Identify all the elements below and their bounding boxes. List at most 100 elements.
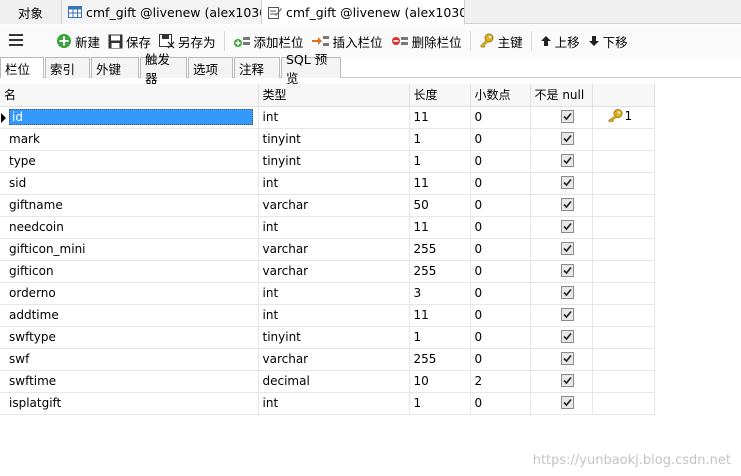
field-not-null-cell[interactable] <box>530 216 593 239</box>
move-up-button[interactable]: 上移 <box>536 28 584 54</box>
table-row[interactable]: swftype tinyint 1 0 <box>0 326 655 349</box>
field-name-cell[interactable]: gifticon <box>0 260 259 283</box>
tab-objects[interactable]: 对象 <box>0 0 62 24</box>
field-type-cell[interactable]: decimal <box>258 370 410 393</box>
field-decimals-cell[interactable]: 0 <box>470 194 531 217</box>
field-type-cell[interactable]: int <box>258 216 410 239</box>
field-length-cell[interactable]: 1 <box>409 392 471 415</box>
checkbox-checked-icon[interactable] <box>560 176 574 189</box>
field-length-cell[interactable]: 255 <box>409 260 471 283</box>
checkbox-checked-icon[interactable] <box>560 132 574 145</box>
field-decimals-cell[interactable]: 0 <box>470 150 531 173</box>
field-length-cell[interactable]: 255 <box>409 238 471 261</box>
field-decimals-cell[interactable]: 0 <box>470 348 531 371</box>
delete-field-button[interactable]: 删除栏位 <box>387 28 466 54</box>
field-key-cell[interactable] <box>592 194 655 217</box>
checkbox-checked-icon[interactable] <box>560 264 574 277</box>
field-key-cell[interactable] <box>592 172 655 195</box>
table-row[interactable]: needcoin int 11 0 <box>0 216 655 239</box>
field-decimals-cell[interactable]: 0 <box>470 172 531 195</box>
field-type-cell[interactable]: int <box>258 392 410 415</box>
menu-button[interactable] <box>2 28 30 54</box>
tab-fields[interactable]: 栏位 <box>0 57 44 78</box>
table-row[interactable]: gifticon varchar 255 0 <box>0 260 655 283</box>
tab-comment[interactable]: 注释 <box>234 57 280 78</box>
field-decimals-cell[interactable]: 0 <box>470 106 531 129</box>
table-row[interactable]: isplatgift int 1 0 <box>0 392 655 415</box>
field-not-null-cell[interactable] <box>530 128 593 151</box>
field-type-cell[interactable]: tinyint <box>258 150 410 173</box>
col-header-type[interactable]: 类型 <box>258 84 410 107</box>
field-key-cell[interactable] <box>592 370 655 393</box>
field-length-cell[interactable]: 1 <box>409 326 471 349</box>
field-key-cell[interactable] <box>592 128 655 151</box>
field-key-cell[interactable] <box>592 348 655 371</box>
field-type-cell[interactable]: int <box>258 172 410 195</box>
table-row[interactable]: swftime decimal 10 2 <box>0 370 655 393</box>
checkbox-checked-icon[interactable] <box>560 308 574 321</box>
field-name-cell[interactable]: orderno <box>0 282 259 305</box>
checkbox-checked-icon[interactable] <box>560 330 574 343</box>
field-name-cell[interactable]: addtime <box>0 304 259 327</box>
field-decimals-cell[interactable]: 0 <box>470 326 531 349</box>
field-not-null-cell[interactable] <box>530 392 593 415</box>
move-down-button[interactable]: 下移 <box>584 28 632 54</box>
checkbox-checked-icon[interactable] <box>560 286 574 299</box>
field-key-cell[interactable]: 1 <box>592 106 655 129</box>
field-length-cell[interactable]: 11 <box>409 106 471 129</box>
field-name-cell[interactable]: mark <box>0 128 259 151</box>
table-row[interactable]: gifticon_mini varchar 255 0 <box>0 238 655 261</box>
col-header-name[interactable]: 名 <box>0 84 259 107</box>
field-type-cell[interactable]: tinyint <box>258 128 410 151</box>
field-type-cell[interactable]: int <box>258 106 410 129</box>
field-decimals-cell[interactable]: 0 <box>470 216 531 239</box>
field-length-cell[interactable]: 1 <box>409 150 471 173</box>
field-name-cell[interactable]: sid <box>0 172 259 195</box>
field-length-cell[interactable]: 10 <box>409 370 471 393</box>
col-header-not-null[interactable]: 不是 null <box>530 84 593 107</box>
field-key-cell[interactable] <box>592 260 655 283</box>
field-not-null-cell[interactable] <box>530 304 593 327</box>
checkbox-checked-icon[interactable] <box>560 154 574 167</box>
field-key-cell[interactable] <box>592 392 655 415</box>
tab-foreign-keys[interactable]: 外键 <box>91 57 139 78</box>
field-not-null-cell[interactable] <box>530 348 593 371</box>
field-not-null-cell[interactable] <box>530 172 593 195</box>
table-row[interactable]: mark tinyint 1 0 <box>0 128 655 151</box>
field-type-cell[interactable]: varchar <box>258 348 410 371</box>
table-row[interactable]: sid int 11 0 <box>0 172 655 195</box>
field-name-cell[interactable]: giftname <box>0 194 259 217</box>
checkbox-checked-icon[interactable] <box>560 396 574 409</box>
field-length-cell[interactable]: 1 <box>409 128 471 151</box>
field-name-cell[interactable]: needcoin <box>0 216 259 239</box>
field-length-cell[interactable]: 11 <box>409 304 471 327</box>
table-row[interactable]: orderno int 3 0 <box>0 282 655 305</box>
field-name-cell[interactable]: swf <box>0 348 259 371</box>
field-type-cell[interactable]: tinyint <box>258 326 410 349</box>
field-decimals-cell[interactable]: 0 <box>470 238 531 261</box>
table-row[interactable]: swf varchar 255 0 <box>0 348 655 371</box>
field-length-cell[interactable]: 11 <box>409 172 471 195</box>
field-key-cell[interactable] <box>592 304 655 327</box>
field-name-cell[interactable]: type <box>0 150 259 173</box>
field-key-cell[interactable] <box>592 216 655 239</box>
checkbox-checked-icon[interactable] <box>560 242 574 255</box>
table-row[interactable]: addtime int 11 0 <box>0 304 655 327</box>
tab-triggers[interactable]: 触发器 <box>140 52 187 86</box>
field-decimals-cell[interactable]: 0 <box>470 260 531 283</box>
field-key-cell[interactable] <box>592 326 655 349</box>
field-type-cell[interactable]: int <box>258 304 410 327</box>
field-type-cell[interactable]: varchar <box>258 194 410 217</box>
checkbox-checked-icon[interactable] <box>560 198 574 211</box>
checkbox-checked-icon[interactable] <box>560 352 574 365</box>
tab-indexes[interactable]: 索引 <box>45 57 90 78</box>
primary-key-button[interactable]: 主键 <box>475 28 527 54</box>
field-length-cell[interactable]: 255 <box>409 348 471 371</box>
col-header-decimals[interactable]: 小数点 <box>470 84 531 107</box>
field-key-cell[interactable] <box>592 238 655 261</box>
field-type-cell[interactable]: varchar <box>258 260 410 283</box>
field-decimals-cell[interactable]: 0 <box>470 304 531 327</box>
field-length-cell[interactable]: 50 <box>409 194 471 217</box>
table-row[interactable]: id int 11 0 1 <box>0 106 655 129</box>
checkbox-checked-icon[interactable] <box>560 374 574 387</box>
